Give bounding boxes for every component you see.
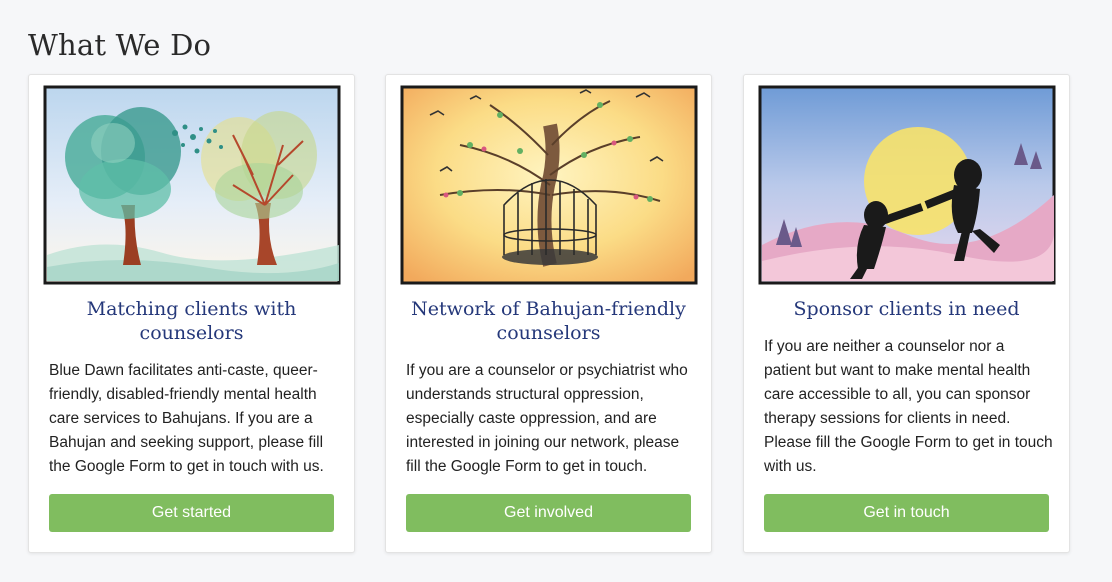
card-heading: Network of Bahujan-friendly counselors <box>411 298 686 344</box>
card-illustration-two-trees <box>43 85 341 285</box>
card-body: Blue Dawn facilitates anti-caste, queer-… <box>49 362 324 475</box>
card-illustration-tree-birdcage <box>400 85 698 285</box>
card-illustration-helping-hand <box>758 85 1056 285</box>
get-involved-button[interactable]: Get involved <box>406 494 691 532</box>
section-title: What We Do <box>28 28 212 62</box>
card-counselor-network: Network of Bahujan-friendly counselors I… <box>385 74 712 553</box>
card-heading: Sponsor clients in need <box>793 298 1020 320</box>
get-in-touch-button[interactable]: Get in touch <box>764 494 1049 532</box>
card-matching-clients: Matching clients with counselors Blue Da… <box>28 74 355 553</box>
card-body: If you are neither a counselor nor a pat… <box>764 338 1053 475</box>
card-body: If you are a counselor or psychiatrist w… <box>406 362 688 475</box>
card-sponsor-clients: Sponsor clients in need If you are neith… <box>743 74 1070 553</box>
get-started-button[interactable]: Get started <box>49 494 334 532</box>
card-heading: Matching clients with counselors <box>86 298 297 344</box>
